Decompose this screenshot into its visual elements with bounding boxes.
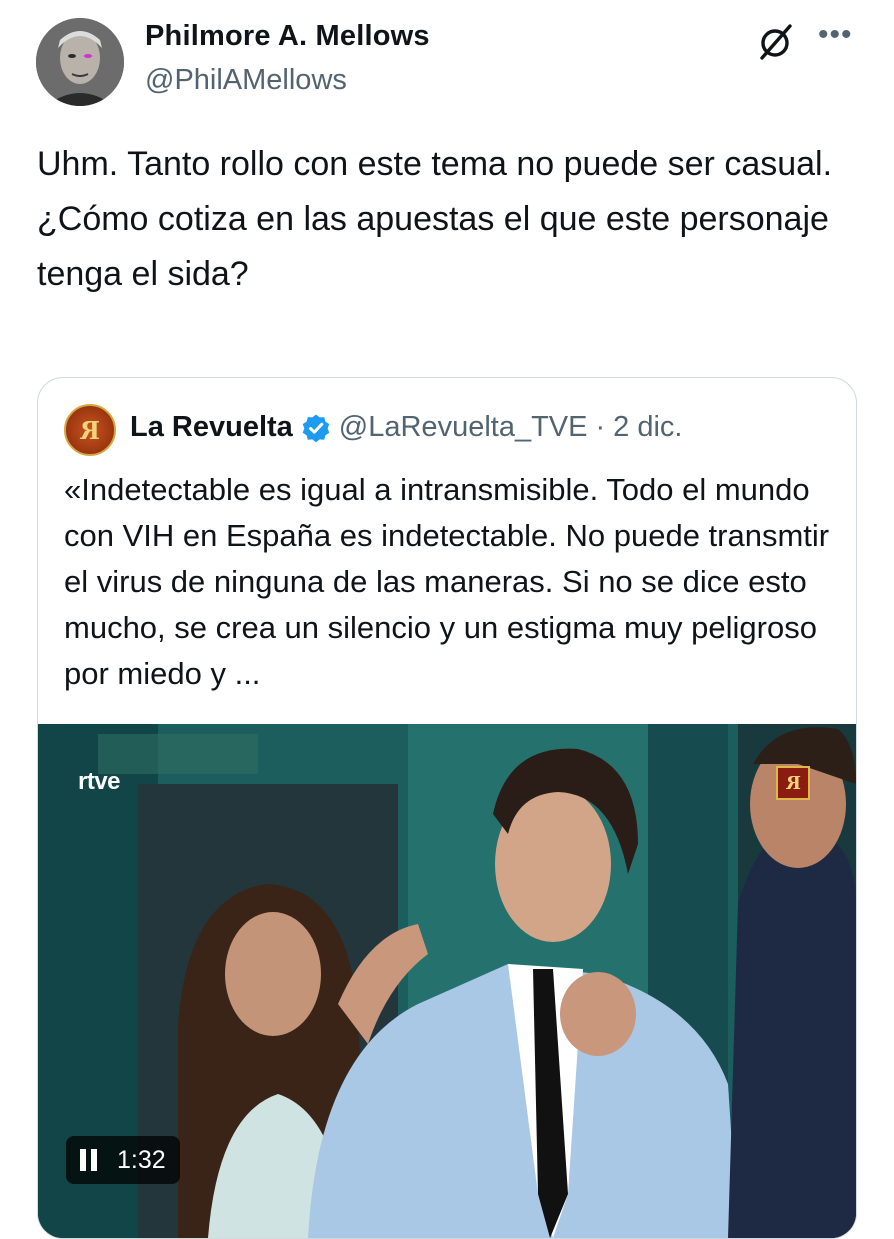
grok-icon[interactable] [754, 20, 796, 62]
tweet-line: Uhm. Tanto rollo con este tema no puede … [37, 145, 833, 183]
revuelta-badge-icon: R [776, 766, 810, 800]
author-display-name[interactable]: Philmore A. Mellows [145, 20, 430, 53]
tweet-line: ¿Cómo cotiza en las apuestas el que este… [37, 200, 829, 293]
avatar-portrait [36, 18, 124, 106]
quote-avatar[interactable]: R [64, 404, 116, 456]
pause-icon[interactable] [80, 1149, 97, 1171]
quote-header: La Revuelta @LaRevuelta_TVE · 2 dic. [130, 411, 682, 444]
quote-handle[interactable]: @LaRevuelta_TVE [339, 411, 588, 444]
quote-date[interactable]: 2 dic. [613, 411, 682, 444]
more-options-icon[interactable]: ••• [818, 20, 853, 50]
video-controls[interactable]: 1:32 [66, 1136, 180, 1184]
quote-text: «Indetectable es igual a intransmisible.… [64, 472, 830, 691]
verified-badge-icon [302, 414, 330, 442]
video-player[interactable]: rtve R 1:32 [38, 724, 856, 1238]
author-handle[interactable]: @PhilAMellows [145, 64, 347, 97]
quote-display-name[interactable]: La Revuelta [130, 411, 293, 444]
quote-separator: · [595, 411, 606, 443]
author-avatar[interactable] [36, 18, 124, 106]
revuelta-logo-glyph: R [80, 415, 100, 445]
quoted-tweet-card[interactable]: R La Revuelta @LaRevuelta_TVE · 2 dic. «… [37, 377, 857, 1239]
tweet-text: Uhm. Tanto rollo con este tema no puede … [37, 137, 857, 302]
video-elapsed-time: 1:32 [117, 1145, 166, 1174]
rtve-logo: rtve [78, 768, 121, 795]
